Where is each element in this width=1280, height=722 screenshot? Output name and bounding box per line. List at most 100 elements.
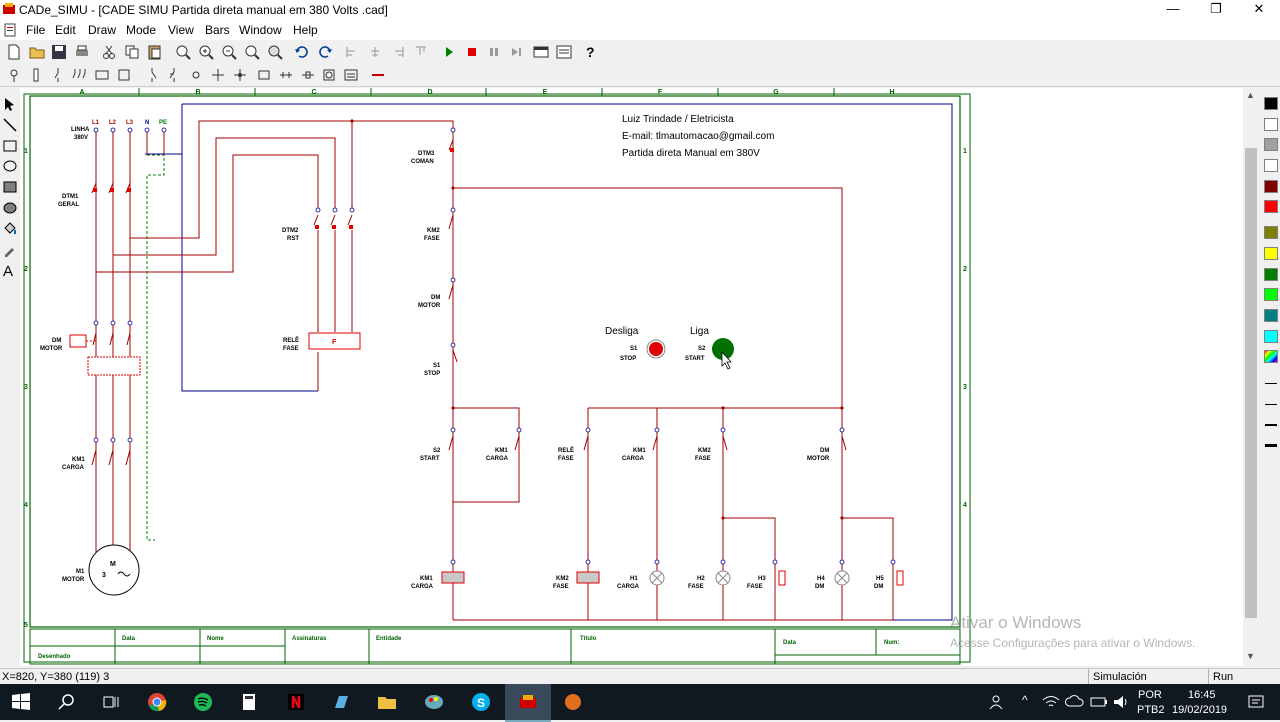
vertical-scrollbar[interactable]: ▲ ▼ xyxy=(1243,88,1260,666)
print-icon[interactable] xyxy=(73,43,91,61)
ellipse-tool-icon[interactable] xyxy=(2,158,18,174)
align-top-icon[interactable] xyxy=(412,43,430,61)
volume-icon[interactable] xyxy=(1111,692,1133,712)
menu-help[interactable]: Help xyxy=(293,23,318,37)
paste-icon[interactable] xyxy=(146,43,164,61)
stop-simulation-icon[interactable] xyxy=(463,43,481,61)
properties-icon[interactable] xyxy=(555,43,573,61)
app-window-icon[interactable] xyxy=(330,692,352,712)
task-view-icon[interactable] xyxy=(100,692,122,712)
keyboard-layout-indicator[interactable]: PTB2 xyxy=(1137,704,1165,716)
people-icon[interactable] xyxy=(987,692,1009,712)
windows-start-icon[interactable] xyxy=(10,692,32,712)
line-tool-icon[interactable] xyxy=(2,117,18,133)
contact-no-icon[interactable] xyxy=(143,66,161,84)
fuse-icon[interactable] xyxy=(27,66,45,84)
tray-chevron-icon[interactable]: ^ xyxy=(1022,693,1028,707)
zoom-out-icon[interactable] xyxy=(220,43,238,61)
cloud-icon[interactable] xyxy=(1064,692,1086,712)
lamp-icon[interactable] xyxy=(320,66,338,84)
line-width-4[interactable] xyxy=(1265,444,1277,447)
breaker-icon[interactable] xyxy=(49,66,67,84)
save-icon[interactable] xyxy=(50,43,68,61)
rectangle-tool-icon[interactable] xyxy=(2,138,18,154)
zoom-all-icon[interactable] xyxy=(243,43,261,61)
schematic[interactable]: A B C D E F G H 1 2 3 4 5 1 2 3 4 Luiz T… xyxy=(20,88,1243,666)
plc-icon[interactable] xyxy=(342,66,360,84)
search-icon[interactable] xyxy=(56,692,78,712)
line-width-1[interactable] xyxy=(1265,383,1277,384)
color-black[interactable] xyxy=(1264,97,1278,110)
clock-time[interactable]: 16:45 xyxy=(1188,689,1216,701)
cade-simu-taskbar-item[interactable] xyxy=(505,684,551,722)
undo-icon[interactable] xyxy=(293,43,311,61)
redo-icon[interactable] xyxy=(316,43,334,61)
battery-icon[interactable] xyxy=(1088,692,1110,712)
motor-protection-icon[interactable] xyxy=(93,66,111,84)
wire-icon[interactable] xyxy=(369,66,387,84)
color-lime[interactable] xyxy=(1264,288,1278,301)
file-explorer-icon[interactable] xyxy=(376,692,398,712)
minimize-button[interactable]: — xyxy=(1150,0,1196,20)
zoom-in-icon[interactable] xyxy=(197,43,215,61)
align-left-icon[interactable] xyxy=(343,43,361,61)
language-indicator[interactable]: POR xyxy=(1138,689,1162,701)
menu-file[interactable]: File xyxy=(26,23,45,37)
junction-icon[interactable] xyxy=(209,66,227,84)
new-file-icon[interactable] xyxy=(5,43,23,61)
skype-icon[interactable]: S xyxy=(470,692,492,712)
run-simulation-icon[interactable] xyxy=(440,43,458,61)
color-green[interactable] xyxy=(1264,268,1278,281)
color-custom[interactable] xyxy=(1264,350,1278,363)
network-icon[interactable] xyxy=(1040,692,1062,712)
line-width-2[interactable] xyxy=(1265,404,1277,405)
filled-ellipse-icon[interactable] xyxy=(2,200,18,216)
notifications-icon[interactable] xyxy=(1245,692,1267,712)
color-teal[interactable] xyxy=(1264,309,1278,322)
close-button[interactable]: ✕ xyxy=(1236,0,1280,20)
menu-window[interactable]: Window xyxy=(239,23,282,37)
scroll-up-icon[interactable]: ▲ xyxy=(1246,90,1255,100)
drawing-canvas[interactable]: A B C D E F G H 1 2 3 4 5 1 2 3 4 Luiz T… xyxy=(20,88,1260,666)
chrome-icon[interactable] xyxy=(146,692,168,712)
calculator-icon[interactable] xyxy=(238,692,260,712)
line-width-3[interactable] xyxy=(1265,424,1277,426)
menu-draw[interactable]: Draw xyxy=(88,23,116,37)
stop-button[interactable] xyxy=(649,342,663,356)
color-cyan[interactable] xyxy=(1264,330,1278,343)
window-select-icon[interactable] xyxy=(532,43,550,61)
terminal-icon[interactable] xyxy=(187,66,205,84)
align-right-icon[interactable] xyxy=(389,43,407,61)
eyedropper-icon[interactable] xyxy=(2,242,18,258)
contact-nc-icon[interactable] xyxy=(165,66,183,84)
menu-edit[interactable]: Edit xyxy=(55,23,76,37)
sensor-icon[interactable] xyxy=(299,66,317,84)
copy-icon[interactable] xyxy=(123,43,141,61)
netflix-icon[interactable] xyxy=(285,692,307,712)
pointer-icon[interactable] xyxy=(2,96,18,112)
pan-icon[interactable] xyxy=(266,43,284,61)
color-olive[interactable] xyxy=(1264,226,1278,239)
text-tool-icon[interactable]: A xyxy=(2,262,18,278)
scroll-thumb[interactable] xyxy=(1245,148,1257,618)
color-white-2[interactable] xyxy=(1264,159,1278,172)
relay-icon[interactable] xyxy=(115,66,133,84)
coil-icon[interactable] xyxy=(255,66,273,84)
color-gray[interactable] xyxy=(1264,138,1278,151)
paint-icon[interactable] xyxy=(423,692,445,712)
fill-bucket-icon[interactable] xyxy=(2,221,18,237)
step-simulation-icon[interactable] xyxy=(507,43,525,61)
filled-rectangle-icon[interactable] xyxy=(2,179,18,195)
cross-junction-icon[interactable] xyxy=(231,66,249,84)
pause-simulation-icon[interactable] xyxy=(485,43,503,61)
help-icon[interactable]: ? xyxy=(581,43,599,61)
zoom-window-icon[interactable] xyxy=(174,43,192,61)
color-white[interactable] xyxy=(1264,118,1278,131)
power-supply-icon[interactable] xyxy=(5,66,23,84)
game-app-icon[interactable] xyxy=(562,692,584,712)
spotify-icon[interactable] xyxy=(192,692,214,712)
scroll-down-icon[interactable]: ▼ xyxy=(1246,651,1255,661)
open-folder-icon[interactable] xyxy=(28,43,46,61)
align-center-icon[interactable] xyxy=(366,43,384,61)
color-maroon[interactable] xyxy=(1264,180,1278,193)
